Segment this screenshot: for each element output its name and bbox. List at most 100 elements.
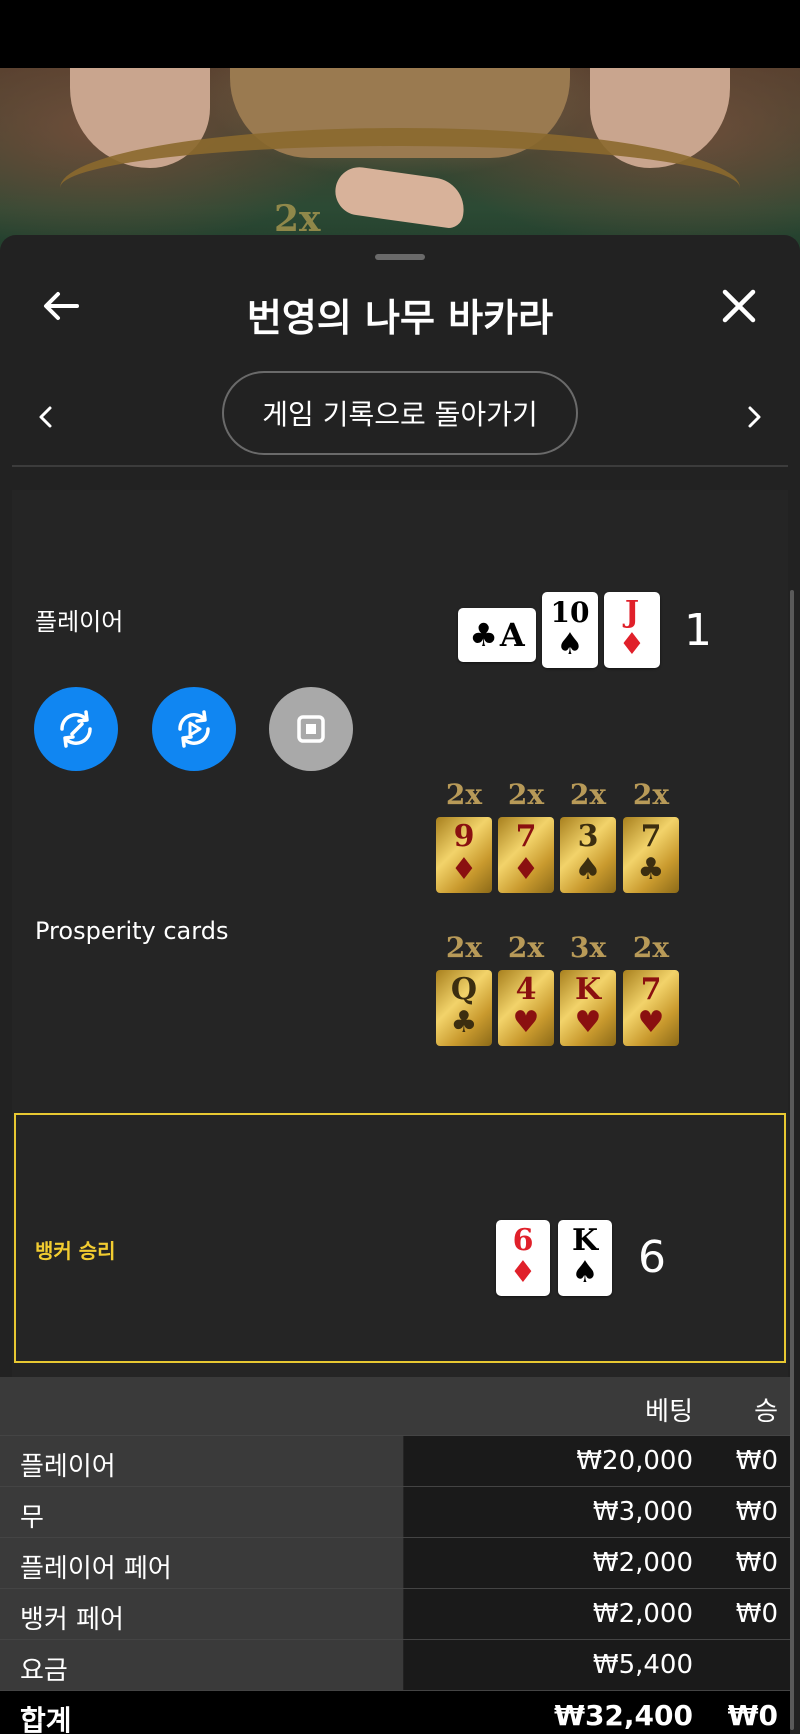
prosperity-multiplier: 3x [569,931,607,964]
status-bar [0,0,800,68]
win-amount: ₩0 [735,1548,778,1578]
card-rank: J [624,595,640,630]
divider [12,465,788,467]
card-suit: ♠ [574,852,602,887]
card-suit: ♣ [637,852,665,887]
prosperity-card: 9 ♦ [436,817,492,893]
stop-button[interactable] [269,687,353,771]
bet-values: ₩2,000 ₩0 [404,1589,790,1639]
win-amount: ₩0 [735,1446,778,1476]
bet-name: 요금 [0,1640,403,1690]
rewind-button[interactable] [34,687,118,771]
card-suit: ♦ [450,852,478,887]
game-history-panel: 번영의 나무 바카라 게임 기록으로 돌아가기 플레이어 ♣ A 10 ♠ J … [0,235,800,1734]
player-label: 플레이어 [35,608,124,636]
prosperity-multiplier: 2x [632,931,670,964]
bet-values: ₩5,400 [404,1640,790,1690]
replay-button[interactable] [152,687,236,771]
win-amount: ₩0 [735,1599,778,1629]
back-button[interactable] [38,283,84,329]
card-rank: 7 [515,819,537,854]
bet-amount: ₩20,000 [576,1446,693,1476]
card-rank: 10 [550,596,590,629]
prosperity-card: Q ♣ [436,970,492,1046]
page-title: 번영의 나무 바카라 [246,296,554,340]
back-to-history-button[interactable]: 게임 기록으로 돌아가기 [222,371,578,455]
bet-amount: ₩2,000 [592,1599,693,1629]
close-icon [722,289,756,323]
close-button[interactable] [716,283,762,329]
win-amount: ₩0 [735,1497,778,1527]
prosperity-multiplier: 2x [445,778,483,811]
prosperity-multiplier: 2x [445,931,483,964]
card-rank: A [499,616,525,654]
rewind-icon [60,710,92,748]
bet-name: 무 [0,1487,403,1537]
prosperity-card: K ♥ [560,970,616,1046]
card-suit: ♠ [556,627,584,662]
drag-handle[interactable] [375,254,425,260]
banker-card-1: 6 ♦ [496,1220,550,1296]
card-rank: 7 [640,972,662,1007]
card-suit: ♥ [574,1005,602,1040]
previous-round-button[interactable] [27,399,63,435]
prosperity-multiplier: 2x [507,931,545,964]
prosperity-multiplier: 2x [569,778,607,811]
chevron-right-icon [748,406,761,428]
card-suit: ♦ [509,1255,537,1290]
bets-table: 베팅 승 플레이어 ₩20,000 ₩0 무 ₩3,000 ₩0 플레이어 페어… [0,1377,790,1734]
bet-name: 플레이어 페어 [0,1538,403,1588]
bet-values: ₩3,000 ₩0 [404,1487,790,1537]
scrollbar[interactable] [790,590,794,1730]
card-rank: Q [450,972,478,1007]
prosperity-card: 7 ♣ [623,817,679,893]
card-suit: ♥ [512,1005,540,1040]
table-row: 무 ₩3,000 ₩0 [0,1486,790,1537]
prosperity-multiplier: 2x [507,778,545,811]
bet-name: 뱅커 페어 [0,1589,403,1639]
banker-score: 6 [638,1232,666,1283]
card-rank: 7 [640,819,662,854]
table-row: 플레이어 페어 ₩2,000 ₩0 [0,1537,790,1588]
bet-amount: ₩3,000 [592,1497,693,1527]
card-rank: 4 [515,972,537,1007]
total-row: 합계 ₩32,400 ₩0 [0,1690,790,1734]
stop-icon [297,715,325,743]
card-suit: ♠ [571,1255,599,1290]
player-card-3: J ♦ [604,592,660,668]
prosperity-card: 3 ♠ [560,817,616,893]
card-rank: 6 [512,1223,534,1258]
prosperity-card: 4 ♥ [498,970,554,1046]
prosperity-multiplier: 2x [632,778,670,811]
total-bet-amount: ₩32,400 [554,1699,693,1732]
card-suit: ♣ [450,1005,478,1040]
card-suit: ♥ [637,1005,665,1040]
card-suit: ♦ [512,852,540,887]
prosperity-card: 7 ♥ [623,970,679,1046]
card-suit: ♣ [469,616,498,654]
bet-name: 플레이어 [0,1436,403,1486]
banker-winner-highlight [14,1113,786,1363]
felt-multiplier: 2x [274,198,321,240]
banker-win-label: 뱅커 승리 [35,1239,116,1263]
card-rank: K [571,1223,599,1258]
column-header-bet: 베팅 [645,1397,693,1427]
prosperity-label: Prosperity cards [35,917,229,945]
next-round-button[interactable] [737,399,773,435]
table-row: 요금 ₩5,400 [0,1639,790,1690]
table-row: 뱅커 페어 ₩2,000 ₩0 [0,1588,790,1639]
card-rank: K [574,972,602,1007]
player-score: 1 [684,605,712,656]
bet-values: ₩20,000 ₩0 [404,1436,790,1486]
round-navigation: 게임 기록으로 돌아가기 [0,371,800,461]
table-row: 플레이어 ₩20,000 ₩0 [0,1435,790,1486]
total-win-amount: ₩0 [727,1699,778,1732]
panel-header: 번영의 나무 바카라 [0,265,800,345]
card-suit: ♦ [618,627,646,662]
bet-amount: ₩2,000 [592,1548,693,1578]
table-header: 베팅 승 [0,1377,790,1435]
arrow-left-icon [44,292,79,320]
prosperity-card: 7 ♦ [498,817,554,893]
chevron-left-icon [39,406,52,428]
card-rank: 9 [453,819,475,854]
